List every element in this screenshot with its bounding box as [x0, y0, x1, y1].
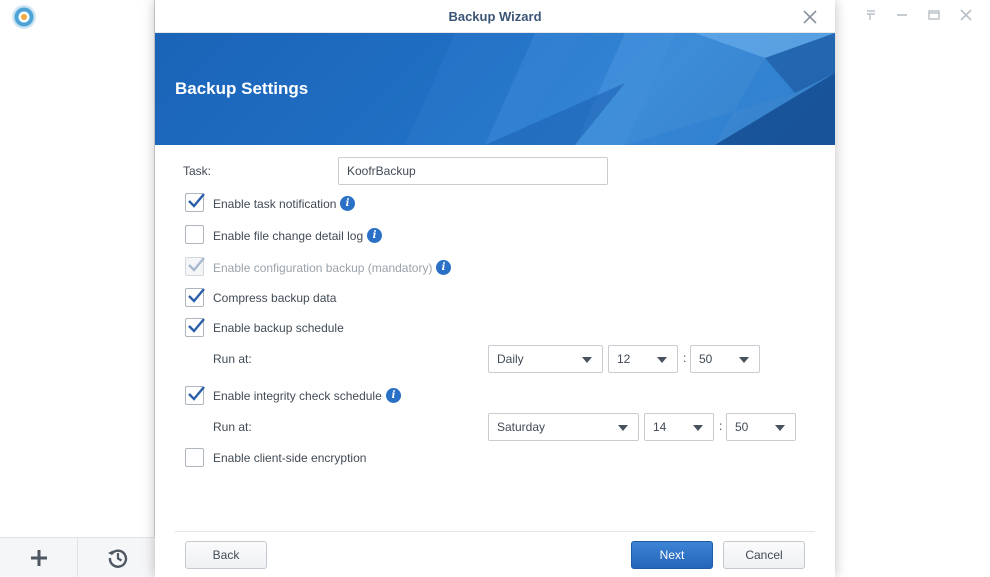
compress-label: Compress backup data	[213, 291, 337, 305]
backup-minute-value: 50	[699, 352, 713, 366]
checkmark-icon	[188, 193, 205, 208]
task-name-input[interactable]	[338, 157, 608, 185]
footer-divider	[175, 531, 815, 532]
next-button[interactable]: Next	[631, 541, 713, 569]
task-label: Task:	[183, 164, 212, 178]
integrity-schedule-label: Enable integrity check schedule	[213, 389, 382, 403]
task-notification-checkbox[interactable]	[185, 193, 205, 212]
backup-wizard-dialog: Backup Wizard Backup Settings Task: Enab…	[155, 0, 835, 577]
integrity-run-at-label: Run at:	[213, 420, 252, 434]
backup-frequency-value: Daily	[497, 352, 524, 366]
dialog-close-button[interactable]	[801, 8, 819, 26]
integrity-hour-select[interactable]: 14	[644, 413, 714, 441]
chevron-down-icon	[582, 357, 592, 363]
backup-frequency-select[interactable]: Daily	[488, 345, 603, 373]
config-backup-label: Enable configuration backup (mandatory)	[213, 261, 433, 275]
chevron-down-icon	[693, 425, 703, 431]
chevron-down-icon	[618, 425, 628, 431]
close-icon[interactable]	[957, 8, 975, 24]
encryption-label: Enable client-side encryption	[213, 451, 367, 465]
add-icon	[30, 550, 47, 566]
backup-hour-value: 12	[617, 352, 631, 366]
time-separator: :	[683, 351, 687, 365]
backup-schedule-checkbox[interactable]	[185, 318, 205, 337]
banner-title: Backup Settings	[175, 79, 309, 98]
checkmark-icon	[188, 257, 205, 272]
history-icon	[108, 549, 128, 568]
info-icon[interactable]: i	[386, 388, 401, 403]
app-bottom-toolbar	[0, 537, 155, 577]
checkmark-icon	[188, 288, 205, 303]
app-logo-icon	[12, 5, 36, 29]
backup-minute-select[interactable]: 50	[690, 345, 760, 373]
integrity-schedule-checkbox[interactable]	[185, 386, 205, 405]
backup-run-at-label: Run at:	[213, 352, 252, 366]
integrity-day-select[interactable]: Saturday	[488, 413, 639, 441]
close-icon	[803, 10, 817, 24]
integrity-minute-value: 50	[735, 420, 749, 434]
time-separator: :	[719, 419, 723, 433]
dialog-titlebar: Backup Wizard	[155, 0, 835, 33]
integrity-minute-select[interactable]: 50	[726, 413, 796, 441]
checkmark-icon	[188, 386, 205, 401]
task-notification-label: Enable task notification	[213, 197, 337, 211]
minimize-icon[interactable]	[893, 8, 911, 24]
file-change-log-label: Enable file change detail log	[213, 229, 364, 243]
checkmark-icon	[188, 318, 205, 333]
info-icon[interactable]: i	[340, 196, 355, 211]
back-button[interactable]: Back	[185, 541, 267, 569]
info-icon[interactable]: i	[436, 260, 451, 275]
chevron-down-icon	[657, 357, 667, 363]
file-change-log-checkbox[interactable]	[185, 225, 204, 244]
backup-hour-select[interactable]: 12	[608, 345, 678, 373]
cancel-button[interactable]: Cancel	[723, 541, 805, 569]
add-button[interactable]	[0, 538, 78, 577]
history-button[interactable]	[79, 538, 157, 577]
dialog-title: Backup Wizard	[448, 9, 542, 24]
integrity-day-value: Saturday	[497, 420, 546, 434]
integrity-hour-value: 14	[653, 420, 667, 434]
maximize-icon[interactable]	[925, 8, 943, 24]
chevron-down-icon	[775, 425, 785, 431]
pin-icon[interactable]	[862, 8, 880, 24]
config-backup-checkbox	[185, 257, 205, 276]
compress-checkbox[interactable]	[185, 288, 205, 307]
encryption-checkbox[interactable]	[185, 448, 204, 467]
info-icon[interactable]: i	[367, 228, 382, 243]
backup-schedule-label: Enable backup schedule	[213, 321, 344, 335]
wizard-banner: Backup Settings	[155, 33, 835, 145]
chevron-down-icon	[739, 357, 749, 363]
